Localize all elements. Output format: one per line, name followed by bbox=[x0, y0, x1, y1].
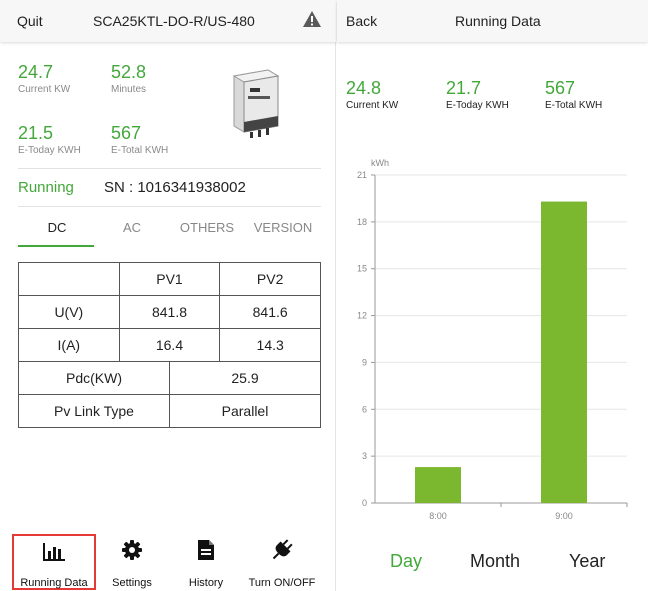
nav-settings[interactable]: Settings bbox=[90, 534, 174, 590]
nav-running-data[interactable]: Running Data bbox=[12, 534, 96, 590]
stat-label: E-Today KWH bbox=[18, 145, 81, 156]
serial-number: SN : 1016341938002 bbox=[104, 179, 246, 196]
device-model: SCA25KTL-DO-R/US-480 bbox=[93, 13, 255, 29]
plug-icon bbox=[272, 539, 293, 560]
e-today-stat: 21.5 E-Today KWH bbox=[18, 123, 81, 157]
e-today-stat: 21.7 E-Today KWH bbox=[446, 78, 509, 112]
y-tick-label: 21 bbox=[357, 170, 367, 180]
table-cell: 25.9 bbox=[169, 361, 321, 395]
y-tick-label: 12 bbox=[357, 311, 367, 321]
warning-icon[interactable] bbox=[302, 10, 322, 28]
table-cell: 14.3 bbox=[219, 328, 321, 362]
y-tick-label: 0 bbox=[362, 498, 367, 508]
nav-history[interactable]: History bbox=[164, 534, 248, 590]
current-kw-stat: 24.8 Current KW bbox=[346, 78, 398, 112]
running-data-header: Back Running Data bbox=[337, 0, 648, 42]
device-header: Quit SCA25KTL-DO-R/US-480 bbox=[0, 0, 336, 42]
divider bbox=[18, 206, 321, 207]
document-icon bbox=[198, 540, 214, 560]
table-header-pv2: PV2 bbox=[219, 262, 321, 296]
table-cell bbox=[18, 262, 120, 296]
back-button[interactable]: Back bbox=[346, 13, 377, 29]
table-cell: U(V) bbox=[18, 295, 120, 329]
period-year[interactable]: Year bbox=[569, 551, 605, 572]
table-row: I(A) 16.4 14.3 bbox=[18, 328, 321, 362]
y-tick-label: 3 bbox=[362, 451, 367, 461]
period-month[interactable]: Month bbox=[470, 551, 520, 572]
running-data-panel: Back Running Data 24.8 Current KW 21.7 E… bbox=[337, 0, 648, 591]
y-tick-label: 15 bbox=[357, 264, 367, 274]
stat-value: 21.5 bbox=[18, 123, 54, 143]
current-kw-stat: 24.7 Current KW bbox=[18, 62, 70, 96]
stat-value: 21.7 bbox=[446, 78, 482, 98]
stat-label: E-Today KWH bbox=[446, 100, 509, 111]
e-total-stat: 567 E-Total KWH bbox=[545, 78, 602, 112]
nav-label: History bbox=[188, 577, 224, 589]
gear-icon bbox=[122, 540, 142, 560]
tab-ac[interactable]: AC bbox=[112, 220, 152, 235]
active-tab-indicator bbox=[18, 245, 94, 247]
stat-value: 24.7 bbox=[18, 62, 54, 82]
dc-data-table: PV1 PV2 U(V) 841.8 841.6 I(A) 16.4 14.3 … bbox=[18, 262, 321, 428]
table-row: U(V) 841.8 841.6 bbox=[18, 295, 321, 329]
stat-value: 567 bbox=[111, 123, 142, 143]
table-cell: I(A) bbox=[18, 328, 120, 362]
stat-label: E-Total KWH bbox=[111, 145, 169, 156]
e-total-stat: 567 E-Total KWH bbox=[111, 123, 168, 157]
page-title: Running Data bbox=[455, 13, 541, 29]
table-row: Pv Link Type Parallel bbox=[18, 394, 321, 428]
table-cell: 841.6 bbox=[219, 295, 321, 329]
bar-800 bbox=[415, 467, 461, 503]
status-text: Running bbox=[18, 179, 74, 196]
nav-turn-on-off[interactable]: Turn ON/OFF bbox=[240, 534, 324, 590]
stat-label: Minutes bbox=[111, 84, 147, 95]
nav-label: Turn ON/OFF bbox=[248, 577, 316, 589]
table-cell: Pv Link Type bbox=[18, 394, 170, 428]
x-tick-label: 9:00 bbox=[555, 511, 573, 521]
y-tick-label: 18 bbox=[357, 217, 367, 227]
table-header-pv1: PV1 bbox=[118, 262, 221, 296]
divider bbox=[18, 168, 321, 169]
table-cell: Parallel bbox=[169, 394, 321, 428]
inverter-image bbox=[232, 69, 280, 138]
energy-bar-chart: kWh 0 3 6 9 12 15 18 21 8:00 9:00 bbox=[357, 158, 628, 521]
stat-label: Current KW bbox=[18, 84, 71, 95]
bar-900 bbox=[541, 201, 587, 504]
stat-value: 24.8 bbox=[346, 78, 382, 98]
stat-value: 52.8 bbox=[111, 62, 147, 82]
stat-value: 567 bbox=[545, 78, 576, 98]
nav-label: Settings bbox=[112, 577, 152, 589]
nav-label: Running Data bbox=[20, 577, 88, 589]
tab-version[interactable]: VERSION bbox=[251, 220, 315, 235]
table-cell: 841.8 bbox=[118, 295, 221, 329]
x-tick-label: 8:00 bbox=[429, 511, 447, 521]
y-tick-label: 6 bbox=[362, 404, 367, 414]
table-cell: 16.4 bbox=[118, 328, 221, 362]
stat-label: E-Total KWH bbox=[545, 100, 603, 111]
minutes-stat: 52.8 Minutes bbox=[111, 62, 146, 96]
tab-others[interactable]: OTHERS bbox=[177, 220, 237, 235]
y-axis-unit: kWh bbox=[371, 158, 389, 168]
period-day[interactable]: Day bbox=[390, 551, 422, 572]
quit-button[interactable]: Quit bbox=[17, 13, 43, 29]
tab-dc[interactable]: DC bbox=[39, 220, 75, 235]
device-panel: Quit SCA25KTL-DO-R/US-480 24.7 Current K… bbox=[0, 0, 336, 591]
table-row: PV1 PV2 bbox=[18, 262, 321, 296]
table-row: Pdc(KW) 25.9 bbox=[18, 361, 321, 395]
stat-label: Current KW bbox=[346, 100, 399, 111]
table-cell: Pdc(KW) bbox=[18, 361, 170, 395]
bar-chart-icon bbox=[43, 543, 65, 561]
y-tick-label: 9 bbox=[362, 357, 367, 367]
